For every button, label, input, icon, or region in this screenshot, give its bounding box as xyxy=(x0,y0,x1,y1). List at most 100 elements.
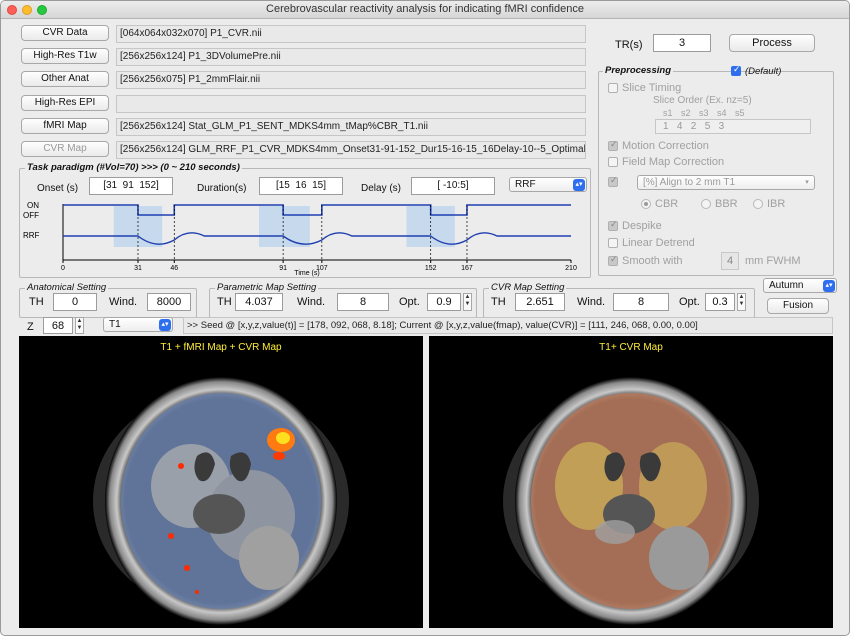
z-slice-stepper[interactable]: ▲ ▼ xyxy=(75,317,84,334)
x-tick-label: 210 xyxy=(565,265,577,272)
slice-timing-label: Slice Timing xyxy=(622,82,682,94)
highres-epi-button[interactable]: High-Res EPI xyxy=(21,95,109,111)
y-label-off: OFF xyxy=(23,211,39,220)
paradigm-plot: 0 31 46 91 107 152 167 210 ON OFF RRF Time (s) xyxy=(23,201,577,277)
left-brain-image xyxy=(93,377,349,625)
cvr-setting-title: CVR Map Setting xyxy=(489,282,567,293)
fmri-map-path: [256x256x124] Stat_GLM_P1_SENT_MDKS4mm_t… xyxy=(116,118,586,136)
param-wind-input[interactable]: 8 xyxy=(337,293,389,311)
other-anat-path: [256x256x075] P1_2mmFlair.nii xyxy=(116,71,586,89)
despike-checkbox[interactable]: ✓ xyxy=(608,219,618,231)
process-button[interactable]: Process xyxy=(729,34,815,52)
param-th-input[interactable]: 4.037 xyxy=(235,293,283,311)
slice-timing-checkbox[interactable] xyxy=(608,83,618,93)
x-tick-label: 0 xyxy=(61,265,65,272)
anat-th-input[interactable]: 0 xyxy=(53,293,97,311)
cvr-th-label: TH xyxy=(491,296,506,308)
tr-label: TR(s) xyxy=(615,39,643,51)
cvr-opt-input[interactable]: 0.3 xyxy=(705,293,735,311)
delay-input[interactable]: [ -10:5] xyxy=(411,177,495,195)
highres-t1w-path: [256x256x124] P1_3DVolumePre.nii xyxy=(116,48,586,66)
cbr-radio[interactable] xyxy=(641,199,651,209)
cvr-th-input[interactable]: 2.651 xyxy=(515,293,565,311)
window-title: Cerebrovascular reactivity analysis for … xyxy=(266,3,584,15)
slice-order-input[interactable]: 1 4 2 5 3 xyxy=(655,119,811,134)
anatomical-title: Anatomical Setting xyxy=(25,282,109,293)
x-tick-label: 91 xyxy=(279,265,287,272)
anat-th-label: TH xyxy=(29,296,44,308)
cvr-wind-input[interactable]: 8 xyxy=(613,293,669,311)
chevron-updown-icon: ▴▾ xyxy=(823,280,835,292)
fmri-map-button[interactable]: fMRI Map xyxy=(21,118,109,134)
bbr-label: BBR xyxy=(715,198,738,210)
cbr-label: CBR xyxy=(655,198,679,210)
duration-input[interactable]: [15 16 15] xyxy=(259,177,343,195)
y-label-rrf: RRF xyxy=(23,231,40,240)
slice-header-s1: s1 xyxy=(663,108,673,118)
y-label-on: ON xyxy=(27,201,39,210)
onset-input[interactable]: [31 91 152] xyxy=(89,177,173,195)
cvr-map-path: [256x256x124] GLM_RRF_P1_CVR_MDKS4mm_Ons… xyxy=(116,141,586,159)
slice-order-label: Slice Order (Ex. nz=5) xyxy=(653,95,752,106)
app-window: Cerebrovascular reactivity analysis for … xyxy=(0,0,850,636)
delay-band xyxy=(258,206,310,247)
smooth-fwhm-input[interactable]: 4 xyxy=(721,252,739,270)
despike-label: Despike xyxy=(622,220,662,232)
default-label: (Default) xyxy=(745,66,782,77)
plot-marks: 0 31 46 91 107 152 167 210 xyxy=(61,204,577,272)
param-wind-label: Wind. xyxy=(297,296,326,308)
ibr-label: IBR xyxy=(767,198,786,210)
align-checkbox[interactable]: ✓ xyxy=(608,175,618,187)
field-map-label: Field Map Correction xyxy=(622,156,725,168)
ibr-radio[interactable] xyxy=(753,199,763,209)
rrf-model-select[interactable]: RRF ▴▾ xyxy=(509,177,587,192)
tr-input[interactable]: 3 xyxy=(653,34,711,52)
default-checkbox[interactable]: ✓ xyxy=(731,64,741,76)
slice-header-s5: s5 xyxy=(735,108,745,118)
highres-t1w-button[interactable]: High-Res T1w xyxy=(21,48,109,64)
slice-header-s3: s3 xyxy=(699,108,709,118)
fusion-button[interactable]: Fusion xyxy=(767,298,829,314)
linear-detrend-label: Linear Detrend xyxy=(622,237,695,249)
param-th-label: TH xyxy=(217,296,232,308)
x-tick-label: 152 xyxy=(425,265,437,272)
colormap-select[interactable]: Autumn ▴▾ xyxy=(763,278,837,293)
cvr-data-button[interactable]: CVR Data xyxy=(21,25,109,41)
x-tick-label: 31 xyxy=(134,265,142,272)
align-select-value: [%] Align to 2 mm T1 xyxy=(643,177,736,188)
chevron-updown-icon: ▴▾ xyxy=(159,319,171,331)
slice-header-s4: s4 xyxy=(717,108,727,118)
param-opt-stepper[interactable]: ▲ ▼ xyxy=(463,293,472,311)
status-bar: >> Seed @ [x,y,z,value(t)] = [178, 092, … xyxy=(183,317,833,334)
cvr-opt-stepper[interactable]: ▲ ▼ xyxy=(737,293,746,311)
rrf-model-value: RRF xyxy=(515,179,536,190)
view-select[interactable]: T1 ▴▾ xyxy=(103,317,173,332)
parametric-title: Parametric Map Setting xyxy=(215,282,319,293)
align-select[interactable]: [%] Align to 2 mm T1 ▾ xyxy=(637,175,815,190)
bbr-radio[interactable] xyxy=(701,199,711,209)
cvr-map-button[interactable]: CVR Map xyxy=(21,141,109,157)
x-tick-label: 46 xyxy=(170,265,178,272)
smooth-unit-label: mm FWHM xyxy=(745,255,801,267)
highres-epi-path xyxy=(116,95,586,113)
field-map-checkbox[interactable] xyxy=(608,157,618,167)
cvr-data-path: [064x064x032x070] P1_CVR.nii xyxy=(116,25,586,43)
other-anat-button[interactable]: Other Anat xyxy=(21,71,109,87)
right-brain-view[interactable]: T1+ CVR Map xyxy=(429,336,833,628)
anat-wind-input[interactable]: 8000 xyxy=(147,293,191,311)
preprocessing-title: Preprocessing xyxy=(603,65,673,76)
smooth-label: Smooth with xyxy=(622,255,683,267)
slice-header-s2: s2 xyxy=(681,108,691,118)
motion-correction-checkbox[interactable]: ✓ xyxy=(608,139,618,151)
param-opt-label: Opt. xyxy=(399,296,420,308)
chevron-updown-icon: ▴▾ xyxy=(573,179,585,191)
left-brain-view[interactable]: T1 + fMRI Map + CVR Map xyxy=(19,336,423,628)
smooth-checkbox[interactable]: ✓ xyxy=(608,254,618,266)
z-slice-input[interactable]: 68 xyxy=(43,317,73,334)
duration-label: Duration(s) xyxy=(197,183,247,194)
param-opt-input[interactable]: 0.9 xyxy=(427,293,461,311)
anat-wind-label: Wind. xyxy=(109,296,138,308)
chevron-down-icon: ▾ xyxy=(805,179,809,186)
motion-correction-label: Motion Correction xyxy=(622,140,709,152)
linear-detrend-checkbox[interactable] xyxy=(608,238,618,248)
